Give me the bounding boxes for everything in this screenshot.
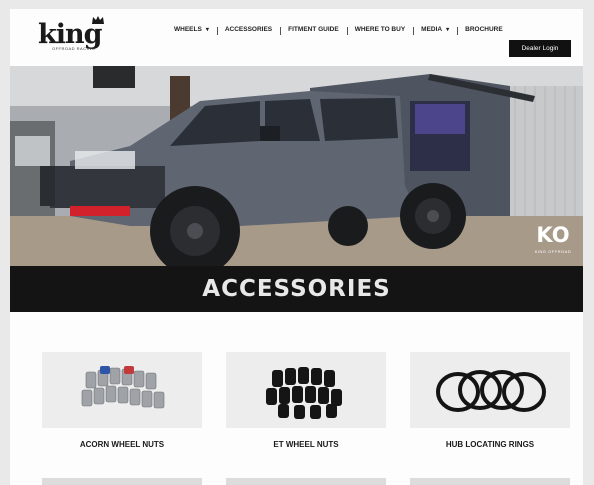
nav-brochure-label: BROCHURE — [465, 25, 503, 33]
product-image[interactable] — [226, 352, 386, 428]
ko-badge-text: KO — [536, 223, 570, 247]
hero-banner: KO KING OFFROAD ACCESSORIES — [10, 66, 583, 312]
logo-tagline: OFFROAD RACING — [52, 46, 96, 51]
product-card-next-row[interactable] — [226, 478, 386, 485]
product-card-next-row[interactable] — [42, 478, 202, 485]
nav-fitment-guide-label: FITMENT GUIDE — [288, 25, 339, 33]
chevron-down-icon: ▾ — [205, 26, 209, 33]
nav-fitment-guide[interactable]: FITMENT GUIDE — [280, 25, 347, 35]
nav-where-to-buy[interactable]: WHERE TO BUY — [346, 25, 413, 35]
nav-wheels-label: WHEELS — [174, 25, 202, 33]
site-header: king OFFROAD RACING WHEELS ▾ ACCESSORIES… — [10, 9, 583, 66]
product-card-et-wheel-nuts[interactable]: ET WHEEL NUTS — [226, 352, 386, 449]
nav-where-to-buy-label: WHERE TO BUY — [354, 25, 406, 33]
product-card-acorn-wheel-nuts[interactable]: ACORN WHEEL NUTS — [42, 352, 202, 449]
ko-badge-subtext: KING OFFROAD — [534, 249, 572, 254]
page: king OFFROAD RACING WHEELS ▾ ACCESSORIES… — [10, 9, 583, 485]
nav-brochure[interactable]: BROCHURE — [457, 25, 511, 35]
nav-accessories[interactable]: ACCESSORIES — [216, 25, 280, 35]
et-wheel-nuts-image — [266, 367, 342, 419]
product-name[interactable]: ET WHEEL NUTS — [226, 440, 386, 449]
product-name[interactable]: ACORN WHEEL NUTS — [42, 440, 202, 449]
nav-media[interactable]: MEDIA ▾ — [413, 25, 457, 35]
dealer-login-button[interactable]: Dealer Login — [509, 40, 571, 57]
page-title: ACCESSORIES — [202, 276, 391, 302]
hub-locating-rings-image — [436, 370, 546, 412]
product-image[interactable] — [410, 352, 570, 428]
acorn-wheel-nuts-image — [81, 366, 165, 409]
ko-badge-logo: KO KING OFFROAD — [531, 223, 575, 259]
product-card-hub-locating-rings[interactable]: HUB LOCATING RINGS — [410, 352, 570, 449]
nav-wheels[interactable]: WHEELS ▾ — [166, 26, 217, 33]
nav-accessories-label: ACCESSORIES — [224, 25, 273, 33]
nav-media-label: MEDIA — [421, 25, 443, 33]
product-name[interactable]: HUB LOCATING RINGS — [410, 440, 570, 449]
main-nav: WHEELS ▾ ACCESSORIES FITMENT GUIDE WHERE… — [166, 23, 511, 35]
chevron-down-icon: ▾ — [446, 26, 450, 33]
product-image[interactable] — [42, 352, 202, 428]
product-card-next-row[interactable] — [410, 478, 570, 485]
king-logo[interactable]: king OFFROAD RACING — [38, 16, 133, 53]
